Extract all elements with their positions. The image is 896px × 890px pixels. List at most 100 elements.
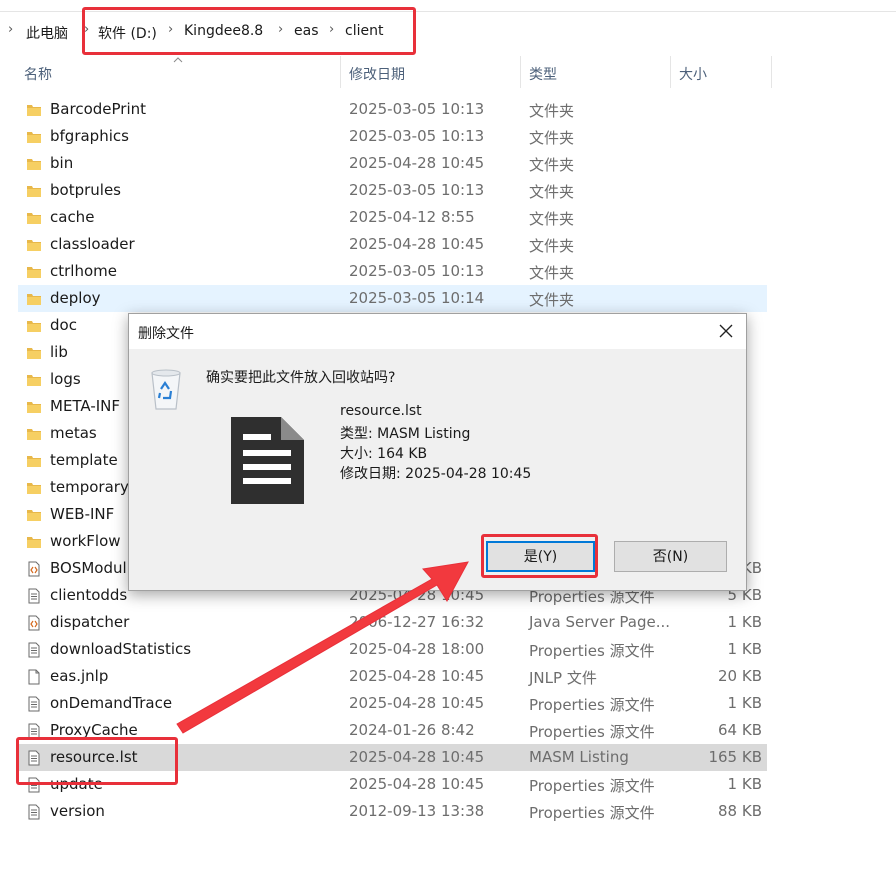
file-type: Properties 源文件 (529, 804, 655, 822)
column-divider[interactable] (340, 56, 341, 88)
file-name: metas (50, 424, 97, 442)
file-name: eas.jnlp (50, 667, 109, 685)
file-name: classloader (50, 235, 135, 253)
breadcrumb-item-this-pc[interactable]: 此电脑 (26, 23, 68, 43)
folder-icon (26, 264, 42, 280)
dialog-title-bar[interactable]: 删除文件 (129, 314, 746, 349)
file-row[interactable]: bfgraphics 2025-03-05 10:13 文件夹 (18, 123, 767, 150)
file-type: 文件夹 (529, 156, 575, 174)
file-row[interactable]: botprules 2025-03-05 10:13 文件夹 (18, 177, 767, 204)
column-header-row: 名称 修改日期 类型 大小 (0, 56, 896, 90)
file-size: 1 KB (727, 775, 762, 793)
column-header-modified[interactable]: 修改日期 (349, 64, 405, 84)
file-row[interactable]: BarcodePrint 2025-03-05 10:13 文件夹 (18, 96, 767, 123)
breadcrumb-item-drive-d[interactable]: 软件 (D:) (98, 23, 157, 43)
file-name: doc (50, 316, 77, 334)
file-date: 2025-03-05 10:14 (349, 289, 485, 307)
dialog-question: 确实要把此文件放入回收站吗? (206, 370, 396, 386)
breadcrumb-item-client[interactable]: client (345, 23, 383, 39)
chevron-right-icon[interactable]: › (8, 22, 13, 37)
file-row[interactable]: ProxyCache 2024-01-26 8:42 Properties 源文件 6… (18, 717, 767, 744)
file-row[interactable]: downloadStatistics 2025-04-28 18:00 Proper… (18, 636, 767, 663)
file-name: BarcodePrint (50, 100, 146, 118)
folder-icon (26, 291, 42, 307)
chevron-right-icon[interactable]: › (329, 22, 334, 37)
folder-icon (26, 237, 42, 253)
breadcrumb[interactable]: › 此电脑 › 软件 (D:) › Kingdee8.8 › eas › cli… (0, 19, 896, 47)
text-file-icon (26, 588, 42, 604)
breadcrumb-item-eas[interactable]: eas (294, 23, 319, 39)
file-date: 2025-03-05 10:13 (349, 100, 485, 118)
column-divider[interactable] (771, 56, 772, 88)
file-type: Properties 源文件 (529, 777, 655, 795)
file-name: onDemandTrace (50, 694, 173, 712)
file-type: 文件夹 (529, 291, 575, 309)
file-type: JNLP 文件 (529, 669, 597, 687)
recycle-bin-icon (151, 369, 181, 410)
file-name: bfgraphics (50, 127, 129, 145)
text-file-icon (26, 777, 42, 793)
text-file-icon (26, 750, 42, 766)
column-header-type[interactable]: 类型 (529, 64, 557, 84)
folder-icon (26, 156, 42, 172)
document-icon (231, 417, 304, 504)
file-name: BOSModul (50, 559, 127, 577)
file-type: MASM Listing (529, 748, 629, 766)
file-size: 1 KB (727, 640, 762, 658)
file-name: version (50, 802, 105, 820)
file-row[interactable]: resource.lst 2025-04-28 10:45 MASM Listing… (18, 744, 767, 771)
column-header-name[interactable]: 名称 (24, 64, 52, 84)
file-date: 2025-04-12 8:55 (349, 208, 475, 226)
file-name: clientodds (50, 586, 128, 604)
yes-button[interactable]: 是(Y) (486, 541, 595, 572)
column-divider[interactable] (670, 56, 671, 88)
xml-file-icon (26, 615, 42, 631)
file-row[interactable]: dispatcher 2006-12-27 16:32 Java Server Pa… (18, 609, 767, 636)
no-button[interactable]: 否(N) (614, 541, 727, 572)
sort-ascending-icon[interactable] (173, 55, 183, 65)
file-name: logs (50, 370, 81, 388)
chevron-right-icon[interactable]: › (84, 22, 89, 37)
file-name: resource.lst (50, 748, 138, 766)
file-row[interactable]: update 2025-04-28 10:45 Properties 源文件 1 KB (18, 771, 767, 798)
file-row[interactable]: deploy 2025-03-05 10:14 文件夹 (18, 285, 767, 312)
file-date: 2025-04-28 10:45 (349, 235, 485, 253)
breadcrumb-item-kingdee[interactable]: Kingdee8.8 (184, 23, 263, 39)
close-icon[interactable] (718, 323, 734, 339)
file-name: WEB-INF (50, 505, 115, 523)
file-size: 165 KB (708, 748, 762, 766)
column-divider[interactable] (520, 56, 521, 88)
file-name: deploy (50, 289, 101, 307)
blank-file-icon (26, 669, 42, 685)
window-top-strip (0, 0, 896, 12)
file-type: Java Server Page... (529, 613, 671, 631)
file-row[interactable]: version 2012-09-13 13:38 Properties 源文件 88 … (18, 798, 767, 825)
delete-file-dialog: 删除文件 确实要把此文件放入回收站吗? resource.lst 类型: MAS… (128, 313, 747, 591)
file-row[interactable]: ctrlhome 2025-03-05 10:13 文件夹 (18, 258, 767, 285)
file-date: 2025-04-28 18:00 (349, 640, 485, 658)
file-type: Properties 源文件 (529, 642, 655, 660)
file-row[interactable]: bin 2025-04-28 10:45 文件夹 (18, 150, 767, 177)
file-date: 2025-04-28 10:45 (349, 667, 485, 685)
file-size: 88 KB (718, 802, 762, 820)
file-row[interactable]: eas.jnlp 2025-04-28 10:45 JNLP 文件 20 KB (18, 663, 767, 690)
chevron-right-icon[interactable]: › (278, 22, 283, 37)
file-row[interactable]: classloader 2025-04-28 10:45 文件夹 (18, 231, 767, 258)
chevron-right-icon[interactable]: › (168, 22, 173, 37)
folder-icon (26, 480, 42, 496)
file-date: 2025-04-28 10:45 (349, 154, 485, 172)
file-name: META-INF (50, 397, 121, 415)
file-name: workFlow (50, 532, 121, 550)
file-date: 2025-03-05 10:13 (349, 262, 485, 280)
folder-icon (26, 507, 42, 523)
file-name: ctrlhome (50, 262, 117, 280)
file-name: dispatcher (50, 613, 130, 631)
folder-icon (26, 183, 42, 199)
file-type: 文件夹 (529, 210, 575, 228)
dialog-file-modified: 修改日期: 2025-04-28 10:45 (340, 466, 532, 482)
file-row[interactable]: onDemandTrace 2025-04-28 10:45 Properties … (18, 690, 767, 717)
column-header-size[interactable]: 大小 (679, 64, 707, 84)
file-name: template (50, 451, 118, 469)
file-date: 2025-03-05 10:13 (349, 181, 485, 199)
file-row[interactable]: cache 2025-04-12 8:55 文件夹 (18, 204, 767, 231)
